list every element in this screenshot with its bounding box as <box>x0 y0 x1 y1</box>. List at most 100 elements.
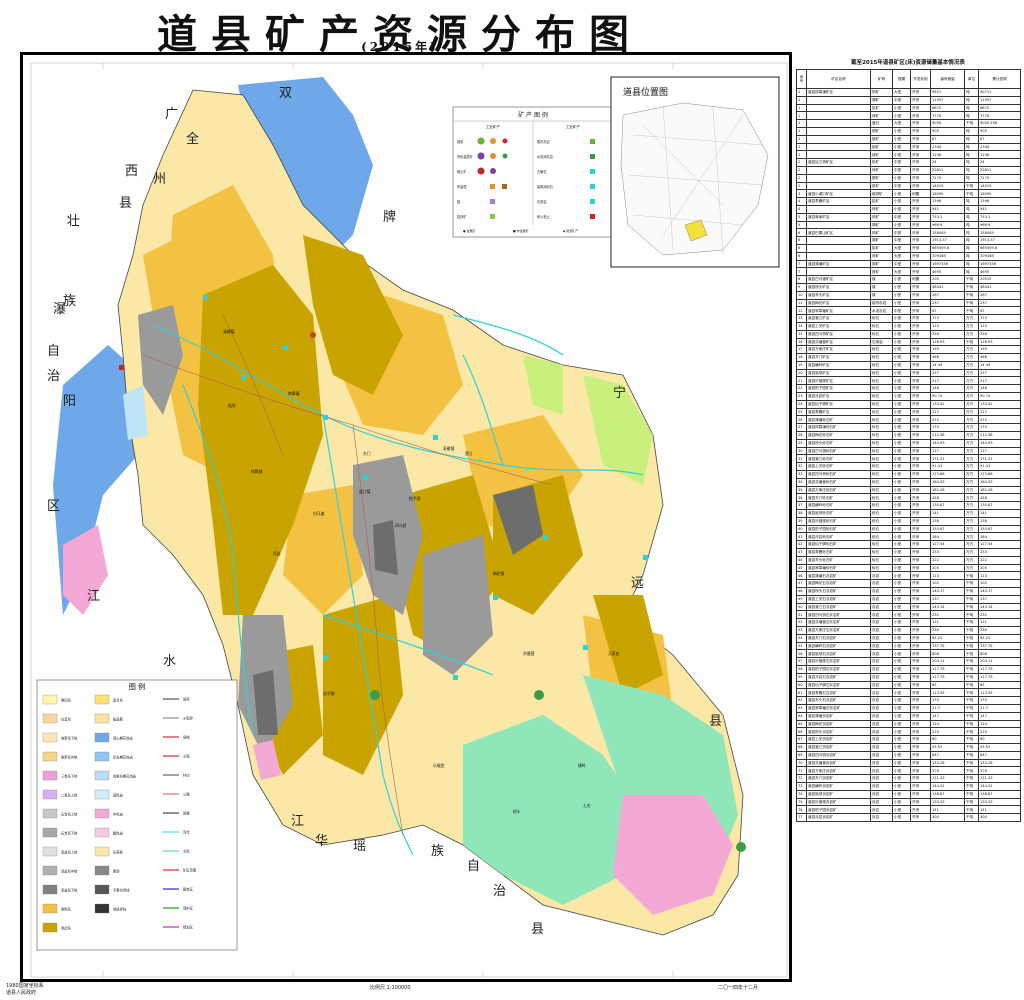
table-cell: 开采 <box>910 594 931 604</box>
legend-label: 第四系 <box>61 698 72 703</box>
svg-text:钼: 钼 <box>457 199 460 204</box>
table-cell: 吨 <box>964 267 979 277</box>
table-cell: 2 <box>796 181 807 191</box>
table-cell: 148 <box>930 384 965 394</box>
svg-text:耐火粘土: 耐火粘土 <box>537 214 551 219</box>
table-cell: 小型 <box>892 407 911 417</box>
table-row: 29 道县桥头砂石矿 砂石 小型 开采 144.93 万方 144.93 <box>796 438 1021 448</box>
legend-label: 侏罗系下统 <box>61 736 78 741</box>
map-frame[interactable]: 广 西 全 州 县 壮 族 瀑 自 治 阳 区 江 水 双 牌 宁 远 县 江 … <box>20 52 792 982</box>
table-row: 16 道县洪塘营矿区 石英岩 小型 开采 118.93 千吨 118.93 <box>796 337 1021 347</box>
table-row: 42 道县仙子脚砂石矿 砂石 小型 开采 127.44 万方 127.44 <box>796 540 1021 550</box>
table-cell: 吨 <box>964 236 979 245</box>
table-cell: 开采 <box>910 703 931 713</box>
table-cell: 小型 <box>892 587 911 596</box>
legend-label: 泥盆系上统 <box>61 850 78 855</box>
svg-text:铅锌矿: 铅锌矿 <box>457 214 467 219</box>
table-row: 56 道县蚣坝石灰岩矿 灰岩 小型 开采 806 千吨 806 <box>796 649 1021 659</box>
table-cell <box>806 103 871 113</box>
table-cell: 33 <box>796 470 807 479</box>
table-cell: 小型 <box>892 774 911 783</box>
legend-label: 勘查区 <box>183 887 194 892</box>
table-cell: 小型 <box>892 314 911 323</box>
table-cell: 67 <box>796 735 807 744</box>
table-cell: 68 <box>796 742 807 752</box>
svg-text:熔剂灰岩: 熔剂灰岩 <box>537 139 551 144</box>
table-cell: 138 <box>930 516 965 526</box>
table-cell: 灰岩 <box>870 579 893 588</box>
town-label: 白马渡 <box>313 511 325 516</box>
table-cell: 16 <box>796 337 807 347</box>
table-cell: 57 <box>796 657 807 666</box>
table-cell: 182.28 <box>978 485 1021 495</box>
table-cell: 道县车头石灰岩矿 <box>806 696 871 705</box>
table-cell: 小型 <box>892 672 911 682</box>
svg-text:稀土矿: 稀土矿 <box>457 169 467 174</box>
table-cell: 小型 <box>892 321 911 331</box>
table-cell: 4 <box>796 197 807 206</box>
table-row: 74 道县蚣坝页岩矿 页岩 小型 开采 138.67 千吨 138.67 <box>796 789 1021 799</box>
table-cell: 铜矿 <box>870 259 893 269</box>
table-cell: 124 <box>930 719 965 729</box>
table-cell: 千吨 <box>964 618 979 627</box>
table-cell: 道县柑子园矿区 <box>806 384 871 394</box>
table-row: 61 道县寿雁石灰岩矿 灰岩 小型 开采 113.35 千吨 113.35 <box>796 688 1021 698</box>
table-row: 7 铁矿 大型 开采 4695 吨 4695 <box>796 267 1021 277</box>
table-cell: 道县寿雁砂石矿 <box>806 548 871 557</box>
table-cell: 63 <box>796 703 807 713</box>
table-cell: 万方 <box>964 555 979 565</box>
table-cell: 148 <box>978 384 1021 394</box>
table-cell: 9 <box>796 282 807 292</box>
table-cell: 开采 <box>910 555 931 565</box>
table-cell: 开采 <box>910 384 931 394</box>
region-label: 阳 <box>63 394 76 409</box>
table-cell: 千吨 <box>964 805 979 815</box>
table-cell: 开采 <box>910 204 931 214</box>
geologic-map[interactable]: 广 西 全 州 县 壮 族 瀑 自 治 阳 区 江 水 双 牌 宁 远 县 江 … <box>23 55 792 982</box>
table-cell: 页岩 <box>870 781 893 791</box>
table-cell: 开采 <box>910 267 931 277</box>
table-cell: 开采 <box>910 477 931 487</box>
table-cell: 大型 <box>892 88 911 97</box>
table-cell: 3 <box>796 189 807 199</box>
mine-symbol <box>583 645 588 650</box>
table-cell: 千吨 <box>964 337 979 347</box>
table-cell: 小型 <box>892 509 911 518</box>
table-cell: 8 <box>796 275 807 284</box>
table-cell: 905 <box>930 126 965 136</box>
table-cell: 石英岩 <box>870 337 893 347</box>
table-cell: 吨 <box>964 204 979 214</box>
table-row: 26 道县清塘砂石矿 砂石 小型 开采 472 万方 472 <box>796 415 1021 425</box>
bottom-note-left1: 1980国家坐标系 <box>6 983 44 989</box>
legend-swatch <box>42 808 58 819</box>
town-label: 蚣坝 <box>228 403 236 408</box>
table-row: 18 道县东门矿区 砂石 小型 开采 468 万方 468 <box>796 353 1021 362</box>
table-cell: 468 <box>930 353 965 362</box>
region-label: 双 <box>279 86 292 101</box>
table-cell: 小型 <box>892 189 911 199</box>
table-cell: 小型 <box>892 337 911 347</box>
table-cell: 小型 <box>892 282 911 292</box>
table-cell: 113 <box>978 571 1021 581</box>
table-cell: 18 <box>796 353 807 362</box>
table-cell <box>806 150 871 160</box>
inset-map[interactable]: 道县位置图 <box>610 76 780 268</box>
table-cell: 吨 <box>964 88 979 97</box>
table-cell: 175 <box>930 423 965 433</box>
table-cell: 开采 <box>910 805 931 815</box>
table-cell: 102 <box>930 579 965 588</box>
table-cell: 60 <box>930 735 965 744</box>
table-cell: 267 <box>930 290 965 300</box>
table-title: 截至2015年道县矿区(床)资源储量基本情况表 <box>851 60 965 66</box>
table-cell: 道县白马渡矿区 <box>806 275 871 284</box>
table-cell: 7170 <box>930 173 965 183</box>
table-cell: 道县万家庄石灰岩矿 <box>806 625 871 635</box>
legend-swatch <box>94 884 110 895</box>
table-cell: 28 <box>796 431 807 440</box>
table-cell: 39 <box>796 516 807 526</box>
mine-symbol <box>433 435 438 440</box>
table-cell: 开采 <box>910 282 931 292</box>
table-cell: 页岩 <box>870 797 893 807</box>
table-cell: 1 <box>796 88 807 97</box>
legend-swatch <box>42 713 58 724</box>
